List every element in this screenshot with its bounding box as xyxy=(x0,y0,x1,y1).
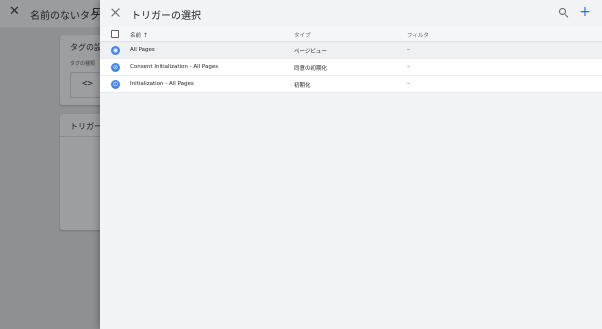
column-header-name-label: 名前 xyxy=(130,33,142,39)
trigger-filter: – xyxy=(407,81,410,87)
trigger-selection-panel: トリガーの選択 + 名前 ↑ タイプ フィルタ ◉ All Pages ページビュ… xyxy=(100,0,602,329)
table-header: 名前 ↑ タイプ フィルタ xyxy=(100,27,602,42)
trigger-name: Initialization - All Pages xyxy=(130,81,194,87)
power-icon: ⏻ xyxy=(111,80,120,89)
select-all-checkbox[interactable] xyxy=(111,30,119,38)
trigger-name: Consent Initialization - All Pages xyxy=(130,64,219,70)
trigger-filter: – xyxy=(407,47,410,53)
panel-header: トリガーの選択 + xyxy=(100,0,602,27)
trigger-type: ページビュー xyxy=(294,49,327,55)
sort-ascending-icon: ↑ xyxy=(143,32,149,39)
tag-name-title: 名前のないタグ xyxy=(30,11,100,22)
trigger-type: 同意の初期化 xyxy=(294,66,328,72)
trigger-type: 初期化 xyxy=(294,83,311,89)
trigger-name: All Pages xyxy=(130,47,155,53)
table-row[interactable]: ⊘ Consent Initialization - All Pages 同意の… xyxy=(100,59,602,76)
column-header-type[interactable]: タイプ xyxy=(294,31,311,39)
column-header-name[interactable]: 名前 ↑ xyxy=(130,31,148,39)
consent-icon: ⊘ xyxy=(111,63,120,72)
tag-type-box: <> xyxy=(70,72,104,98)
trigger-filter: – xyxy=(407,64,410,70)
add-icon[interactable]: + xyxy=(578,5,592,19)
panel-title: トリガーの選択 xyxy=(131,11,201,22)
close-icon: ✕ xyxy=(9,4,20,19)
table-row[interactable]: ◉ All Pages ページビュー – xyxy=(100,42,602,59)
search-icon[interactable] xyxy=(558,7,570,19)
close-icon[interactable] xyxy=(110,7,122,19)
code-icon: <> xyxy=(82,79,93,89)
triggering-title: トリガー xyxy=(70,122,102,131)
trigger-table: 名前 ↑ タイプ フィルタ ◉ All Pages ページビュー – ⊘ Cons… xyxy=(100,27,602,93)
column-header-filter[interactable]: フィルタ xyxy=(407,31,429,39)
eye-icon: ◉ xyxy=(111,46,120,55)
tag-type-label: タグの種類 xyxy=(70,61,96,67)
table-row[interactable]: ⏻ Initialization - All Pages 初期化 – xyxy=(100,76,602,93)
